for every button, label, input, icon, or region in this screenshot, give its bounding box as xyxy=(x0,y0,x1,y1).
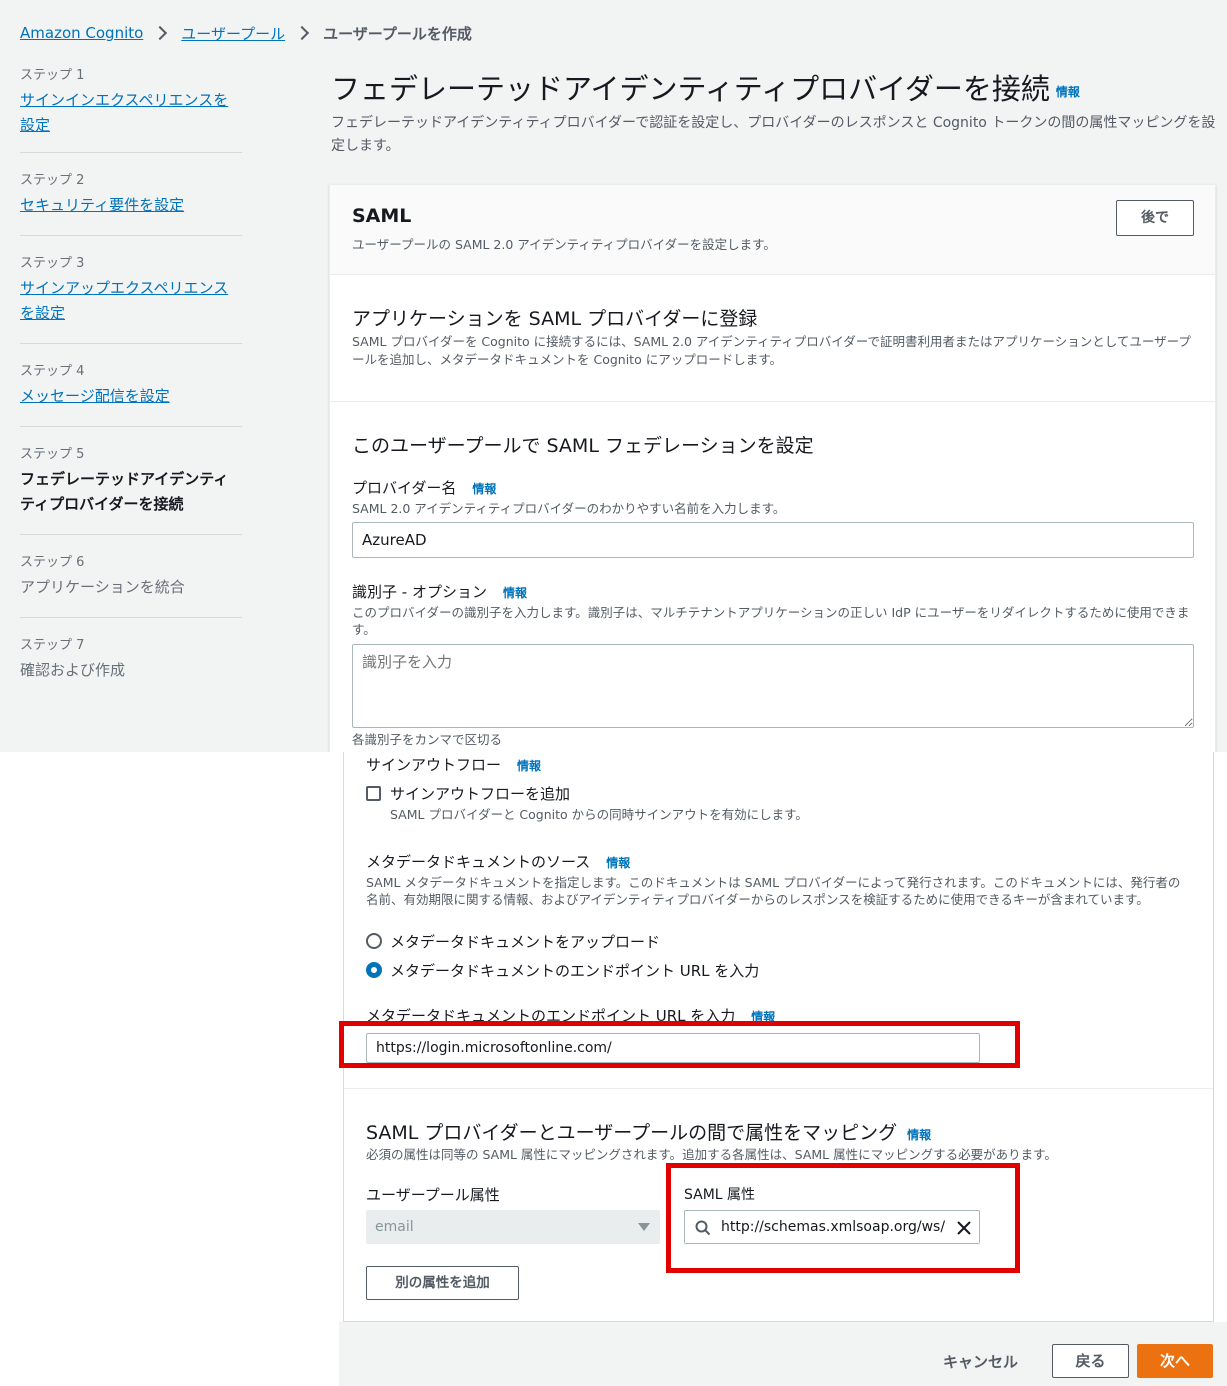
step-3: ステップ 3 サインアップエクスペリエンスを設定 xyxy=(20,236,242,343)
step-7-title: 確認および作成 xyxy=(20,661,126,679)
breadcrumb-cognito[interactable]: Amazon Cognito xyxy=(20,24,143,42)
step-5-current: フェデレーテッドアイデンティティプロバイダーを接続 xyxy=(20,470,229,513)
signout-label: サインアウトフロー 情報 xyxy=(366,754,541,775)
mapping-title-text: SAML プロバイダーとユーザープールの間で属性をマッピング xyxy=(366,1122,898,1144)
user-pool-attr-label: ユーザープール属性 xyxy=(366,1186,500,1204)
highlight-metadata-url xyxy=(339,1021,1020,1068)
step-label: ステップ 3 xyxy=(20,256,85,271)
identifier-description: このプロバイダーの識別子を入力します。識別子は、マルチテナントアプリケーションの… xyxy=(352,605,1190,637)
metadata-source-info-link[interactable]: 情報 xyxy=(606,856,630,870)
provider-name-label: プロバイダー名 情報 xyxy=(352,477,496,498)
divider xyxy=(330,401,1215,402)
add-attribute-button[interactable]: 別の属性を追加 xyxy=(366,1266,519,1300)
step-label: ステップ 6 xyxy=(20,555,85,570)
step-6-title: アプリケーションを統合 xyxy=(20,578,185,596)
radio-upload-metadata[interactable] xyxy=(366,933,382,949)
top-screenshot: Amazon Cognito ユーザープール ユーザープールを作成 ステップ 1… xyxy=(0,0,1227,752)
step-6: ステップ 6 アプリケーションを統合 xyxy=(20,535,242,617)
metadata-source-label-text: メタデータドキュメントのソース xyxy=(366,853,591,871)
identifier-label-text: 識別子 - オプション xyxy=(352,583,487,601)
register-title: アプリケーションを SAML プロバイダーに登録 xyxy=(352,308,758,330)
saml-title: SAML xyxy=(352,205,412,227)
federation-title: このユーザープールで SAML フェデレーションを設定 xyxy=(352,435,814,457)
provider-name-label-text: プロバイダー名 xyxy=(352,479,457,497)
step-2: ステップ 2 セキュリティ要件を設定 xyxy=(20,153,242,235)
provider-name-info-link[interactable]: 情報 xyxy=(472,482,496,496)
mapping-title: SAML プロバイダーとユーザープールの間で属性をマッピング 情報 xyxy=(366,1118,931,1145)
mapping-description: 必須の属性は同等の SAML 属性にマッピングされます。追加する各属性は、SAM… xyxy=(366,1147,1057,1162)
identifier-info-link[interactable]: 情報 xyxy=(503,586,527,600)
mapping-info-link[interactable]: 情報 xyxy=(907,1128,931,1142)
signout-info-link[interactable]: 情報 xyxy=(517,759,541,773)
page-description: フェデレーテッドアイデンティティプロバイダーで認証を設定し、プロバイダーのレスポ… xyxy=(331,115,1216,154)
step-label: ステップ 4 xyxy=(20,364,85,379)
back-button[interactable]: 戻る xyxy=(1052,1344,1129,1378)
register-description: SAML プロバイダーを Cognito に接続するには、SAML 2.0 アイ… xyxy=(352,334,1191,367)
later-button[interactable]: 後で xyxy=(1116,200,1194,236)
next-button[interactable]: 次へ xyxy=(1137,1344,1213,1378)
divider xyxy=(344,1088,1213,1089)
saml-card: SAML ユーザープールの SAML 2.0 アイデンティティプロバイダーを設定… xyxy=(329,184,1216,752)
page-title-text: フェデレーテッドアイデンティティプロバイダーを接続 xyxy=(331,72,1050,106)
signout-label-text: サインアウトフロー xyxy=(366,756,502,774)
step-2-link[interactable]: セキュリティ要件を設定 xyxy=(20,193,242,218)
step-3-link[interactable]: サインアップエクスペリエンスを設定 xyxy=(20,276,242,326)
signout-checkbox-label[interactable]: サインアウトフローを追加 xyxy=(390,783,570,804)
step-4-link[interactable]: メッセージ配信を設定 xyxy=(20,384,242,409)
signout-checkbox[interactable] xyxy=(366,786,381,801)
provider-name-input[interactable]: AzureAD xyxy=(352,522,1194,558)
breadcrumb-current: ユーザープールを作成 xyxy=(323,24,472,43)
identifier-label: 識別子 - オプション 情報 xyxy=(352,581,527,602)
metadata-source-label: メタデータドキュメントのソース 情報 xyxy=(366,851,630,872)
signout-checkbox-description: SAML プロバイダーと Cognito からの同時サインアウトを有効にします。 xyxy=(390,807,808,822)
identifier-textarea[interactable] xyxy=(352,644,1194,728)
step-label: ステップ 7 xyxy=(20,638,85,653)
step-label: ステップ 5 xyxy=(20,447,85,462)
step-1-link[interactable]: サインインエクスペリエンスを設定 xyxy=(20,88,242,138)
step-1: ステップ 1 サインインエクスペリエンスを設定 xyxy=(20,66,242,152)
radio-metadata-url-label[interactable]: メタデータドキュメントのエンドポイント URL を入力 xyxy=(390,960,759,981)
identifier-hint: 各識別子をカンマで区切る xyxy=(352,732,503,747)
wizard-steps-nav: ステップ 1 サインインエクスペリエンスを設定 ステップ 2 セキュリティ要件を… xyxy=(20,66,242,700)
step-7: ステップ 7 確認および作成 xyxy=(20,618,242,700)
chevron-right-icon xyxy=(153,25,168,41)
page-title: フェデレーテッドアイデンティティプロバイダーを接続 情報 xyxy=(331,66,1080,108)
saml-subtitle: ユーザープールの SAML 2.0 アイデンティティプロバイダーを設定します。 xyxy=(352,237,776,252)
step-label: ステップ 1 xyxy=(20,68,85,83)
step-5: ステップ 5 フェデレーテッドアイデンティティプロバイダーを接続 xyxy=(20,427,242,534)
bottom-screenshot: サインアウトフロー 情報 サインアウトフローを追加 SAML プロバイダーと Co… xyxy=(0,752,1227,1386)
page-info-link[interactable]: 情報 xyxy=(1056,85,1080,99)
radio-metadata-url[interactable] xyxy=(366,962,382,978)
metadata-source-description: SAML メタデータドキュメントを指定します。このドキュメントは SAML プロ… xyxy=(366,875,1181,907)
step-4: ステップ 4 メッセージ配信を設定 xyxy=(20,344,242,426)
radio-upload-metadata-label[interactable]: メタデータドキュメントをアップロード xyxy=(390,931,660,952)
saml-card-header: SAML ユーザープールの SAML 2.0 アイデンティティプロバイダーを設定… xyxy=(330,185,1215,275)
chevron-right-icon xyxy=(295,25,310,41)
provider-name-description: SAML 2.0 アイデンティティプロバイダーのわかりやすい名前を入力します。 xyxy=(352,501,786,516)
caret-down-icon xyxy=(638,1223,650,1231)
cancel-button[interactable]: キャンセル xyxy=(943,1351,1018,1372)
user-pool-attr-value: email xyxy=(375,1219,414,1235)
step-label: ステップ 2 xyxy=(20,173,85,188)
breadcrumb: Amazon Cognito ユーザープール ユーザープールを作成 xyxy=(20,22,472,44)
user-pool-attr-select[interactable]: email xyxy=(366,1210,660,1244)
highlight-saml-attribute xyxy=(666,1163,1020,1273)
breadcrumb-user-pools[interactable]: ユーザープール xyxy=(181,23,285,44)
